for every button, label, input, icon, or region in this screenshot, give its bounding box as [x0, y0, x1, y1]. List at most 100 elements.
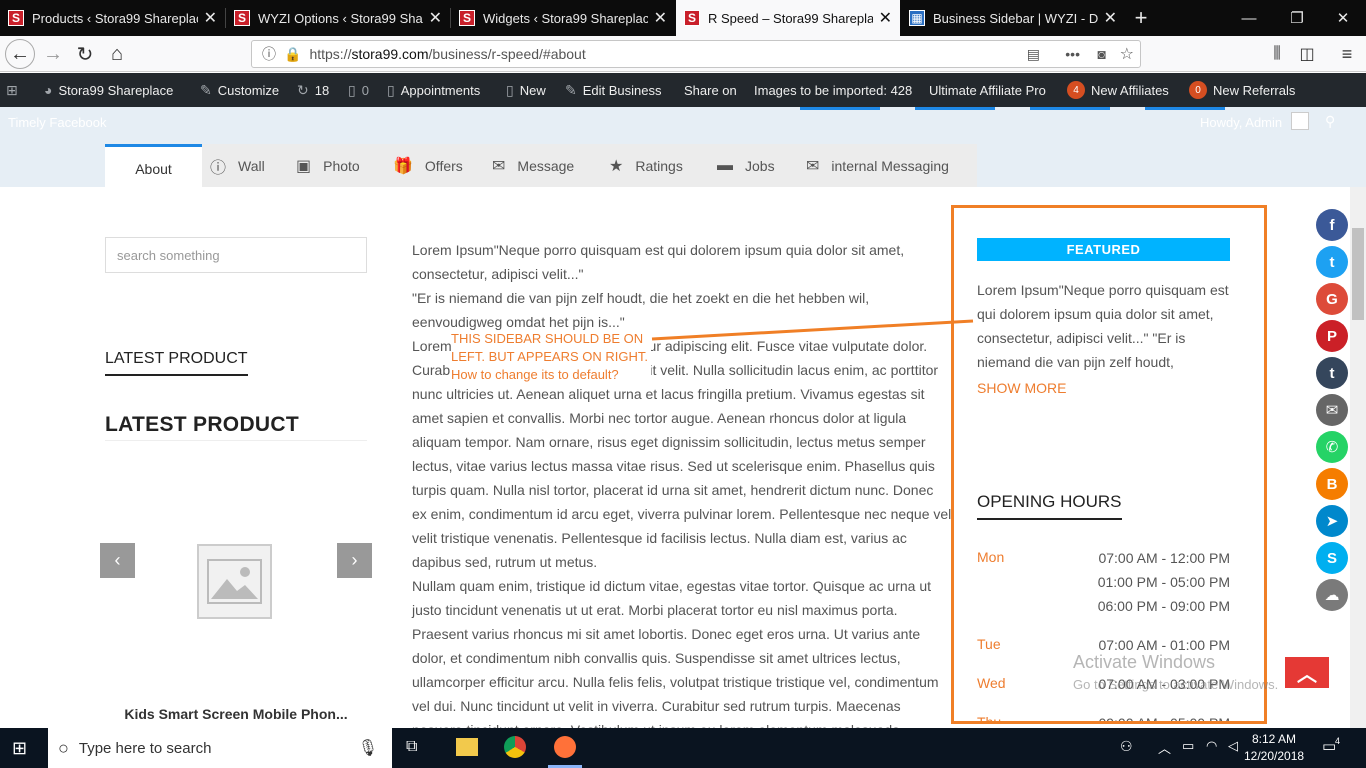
restore-button[interactable]: ❐ — [1274, 0, 1320, 36]
close-icon[interactable]: ✕ — [429, 8, 442, 28]
tray-chevron-icon[interactable]: ︿ — [1158, 738, 1171, 757]
show-more-link[interactable]: SHOW MORE — [977, 380, 1066, 396]
carousel-next-button[interactable]: › — [337, 543, 372, 578]
hours-list: 07:00 AM - 12:00 PM 01:00 PM - 05:00 PM … — [1097, 550, 1230, 614]
menu-icon[interactable]: ≡ — [1332, 39, 1362, 69]
bookmark-star-icon[interactable]: ☆ — [1120, 44, 1134, 64]
tab-widgets[interactable]: SWidgets ‹ Stora99 Shareplace —✕ — [451, 0, 675, 36]
appointments-link[interactable]: ▯ Appointments — [387, 73, 480, 107]
updates-link[interactable]: ↻ 18 — [297, 73, 329, 107]
business-sidebar: FEATURED Lorem Ipsum"Neque porro quisqua… — [951, 205, 1267, 724]
new-tab-button[interactable]: + — [1118, 0, 1164, 36]
tab-message[interactable]: ✉ Message — [492, 144, 574, 187]
product-image-placeholder[interactable] — [197, 544, 272, 619]
tab-business-sidebar[interactable]: ▦Business Sidebar | WYZI - Docu✕ — [901, 0, 1125, 36]
pinterest-share-icon[interactable]: P — [1316, 320, 1348, 352]
avatar[interactable] — [1291, 112, 1309, 130]
people-icon[interactable]: ⚇ — [1120, 738, 1133, 755]
system-clock[interactable]: 8:12 AM 12/20/2018 — [1244, 731, 1304, 765]
new-referrals-link[interactable]: 0 New Referrals — [1189, 73, 1295, 107]
firefox-icon[interactable] — [554, 736, 576, 758]
search-icon[interactable]: ⚲ — [1325, 113, 1335, 130]
tab-photo[interactable]: ▣ Photo — [296, 144, 360, 187]
home-icon[interactable]: ⌂ — [102, 39, 132, 69]
wifi-icon[interactable]: ◠ — [1206, 738, 1217, 754]
tab-internal-messaging[interactable]: ✉ internal Messaging — [806, 144, 949, 187]
task-view-icon[interactable]: ⧉ — [406, 738, 417, 756]
wordpress-logo-icon[interactable]: ⊞ — [6, 73, 24, 107]
telegram-share-icon[interactable]: ➤ — [1316, 505, 1348, 537]
carousel-prev-button[interactable]: ‹ — [100, 543, 135, 578]
images-import-link[interactable]: Images to be imported: 428 — [754, 73, 912, 107]
edit-business-link[interactable]: ✎ Edit Business — [565, 73, 662, 107]
sidebar-toggle-icon[interactable]: ◫ — [1292, 39, 1322, 69]
profile-tabs: About ⓘ Wall ▣ Photo 🎁 Offers ✉ Message ★ Rat… — [105, 144, 977, 187]
new-content-link[interactable]: ▯ New — [506, 73, 546, 107]
forward-arrow-icon[interactable]: → — [38, 39, 68, 69]
google-share-icon[interactable]: G — [1316, 283, 1348, 315]
close-window-button[interactable]: ✕ — [1320, 0, 1366, 36]
tab-about[interactable]: About — [105, 144, 202, 187]
more-actions-icon[interactable]: ••• — [1065, 46, 1080, 62]
new-affiliates-link[interactable]: 4 New Affiliates — [1067, 73, 1169, 107]
updates-icon: ↻ — [297, 81, 309, 98]
tab-wyzi-options[interactable]: SWYZI Options ‹ Stora99 Sharepl✕ — [226, 0, 450, 36]
user-greeting[interactable]: Howdy, Admin — [1200, 115, 1282, 130]
scrollbar-thumb[interactable] — [1352, 228, 1364, 320]
microphone-icon[interactable]: 🎙 — [358, 738, 378, 758]
tab-offers[interactable]: 🎁 Offers — [393, 144, 463, 187]
latest-product-title: LATEST PRODUCT — [105, 413, 299, 436]
search-input[interactable]: search something — [105, 237, 367, 273]
cortana-icon: ○ — [58, 737, 69, 758]
pocket-icon[interactable]: ◙ — [1098, 46, 1106, 62]
close-icon[interactable]: ✕ — [879, 8, 892, 28]
tab-ratings[interactable]: ★ Ratings — [609, 144, 683, 187]
wechat-share-icon[interactable]: ☁ — [1316, 579, 1348, 611]
minimize-button[interactable]: — — [1226, 0, 1272, 36]
close-icon[interactable]: ✕ — [654, 8, 667, 28]
windows-start-icon[interactable]: ⊞ — [12, 738, 27, 759]
customize-link[interactable]: ✎ Customize — [200, 73, 279, 107]
whatsapp-share-icon[interactable]: ✆ — [1316, 431, 1348, 463]
info-icon[interactable]: ⓘ — [262, 44, 276, 64]
email-share-icon[interactable]: ✉ — [1316, 394, 1348, 426]
tumblr-share-icon[interactable]: t — [1316, 357, 1348, 389]
browser-tab-strip: SProducts ‹ Stora99 Shareplace —✕ SWYZI … — [0, 0, 1366, 36]
activation-watermark: Activate Windows — [1073, 652, 1216, 672]
reader-view-icon[interactable]: ▤ — [1027, 46, 1040, 63]
volume-icon[interactable]: ◁ — [1228, 738, 1238, 754]
library-icon[interactable]: ⫼ — [1262, 39, 1292, 69]
share-on-link[interactable]: Share on — [684, 73, 737, 107]
day-label: Mon — [977, 549, 1005, 565]
taskbar-search-input[interactable]: ○ Type here to search 🎙 — [48, 728, 392, 768]
close-icon[interactable]: ✕ — [1104, 8, 1117, 28]
site-name-link[interactable]: ◕ Stora99 Shareplace — [44, 73, 173, 107]
wp-admin-bar: ⊞ ◕ Stora99 Shareplace ✎ Customize ↻ 18 ▯ 0 … — [0, 73, 1366, 107]
scroll-to-top-button[interactable]: ︿ — [1285, 657, 1329, 688]
affiliate-pro-link[interactable]: Ultimate Affiliate Pro — [929, 73, 1046, 107]
battery-icon[interactable]: ▭ — [1182, 738, 1194, 754]
pencil-icon: ✎ — [565, 81, 577, 98]
comments-link[interactable]: ▯ 0 — [348, 73, 369, 107]
reload-icon[interactable]: ↻ — [70, 39, 100, 69]
twitter-share-icon[interactable]: t — [1316, 246, 1348, 278]
product-name-link[interactable]: Kids Smart Screen Mobile Phon... — [105, 706, 367, 722]
latest-product-heading: LATEST PRODUCT — [105, 350, 248, 376]
file-explorer-icon[interactable] — [456, 738, 478, 756]
back-arrow-icon[interactable]: ← — [5, 39, 35, 69]
site-favicon-icon: S — [684, 10, 700, 26]
chrome-icon[interactable] — [504, 736, 526, 758]
site-favicon-icon: S — [234, 10, 250, 26]
tab-r-speed[interactable]: SR Speed – Stora99 Shareplace ✕ — [676, 0, 900, 36]
tab-wall[interactable]: ⓘ Wall — [210, 144, 265, 187]
skype-share-icon[interactable]: S — [1316, 542, 1348, 574]
facebook-share-icon[interactable]: f — [1316, 209, 1348, 241]
tab-products[interactable]: SProducts ‹ Stora99 Shareplace —✕ — [0, 0, 225, 36]
blogger-share-icon[interactable]: B — [1316, 468, 1348, 500]
paragraph: Lorem Ipsum"Neque porro quisquam est qui… — [412, 242, 905, 282]
divider — [105, 440, 367, 441]
url-bar[interactable]: ⓘ 🔒 https://stora99.com/business/r-speed… — [251, 40, 1141, 68]
tab-jobs[interactable]: ▬ Jobs — [717, 144, 775, 187]
close-icon[interactable]: ✕ — [204, 8, 217, 28]
star-icon: ★ — [609, 157, 624, 175]
